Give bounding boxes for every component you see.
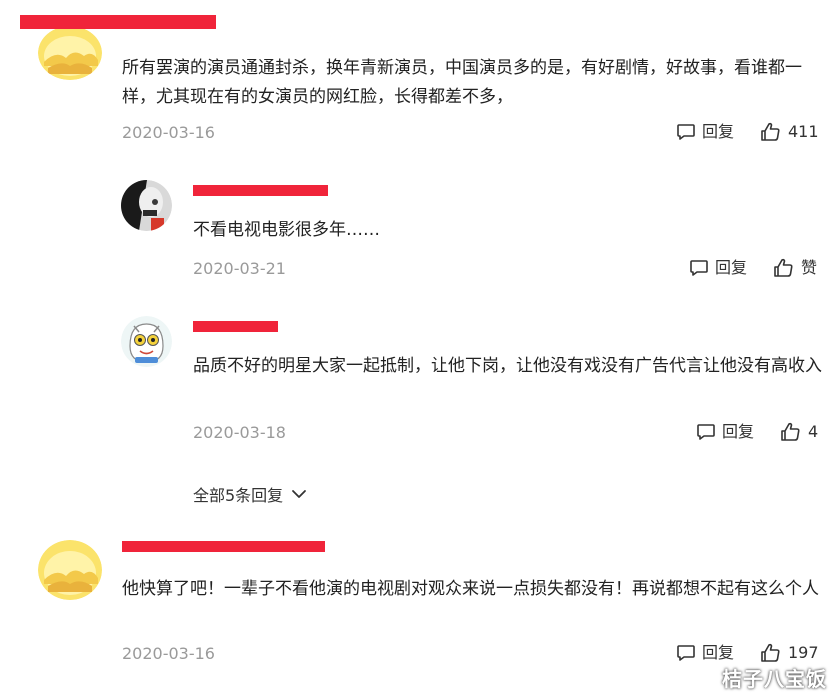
reply-label: 回复: [715, 258, 748, 277]
comment-date: 2020-03-16: [122, 644, 215, 663]
reply-button[interactable]: 回复: [689, 258, 747, 278]
like-button[interactable]: 4: [780, 422, 818, 442]
cartoon-avatar-icon: [121, 316, 172, 367]
like-button[interactable]: 197: [760, 643, 819, 663]
watermark: 桔子八宝饭: [722, 667, 827, 691]
like-count: 赞: [801, 258, 818, 277]
reply-label: 回复: [702, 643, 735, 662]
comment-date: 2020-03-21: [193, 259, 286, 278]
comment-text: 品质不好的明星大家一起抵制，让他下岗，让他没有戏没有广告代言让他没有高收入: [193, 356, 822, 376]
avatar[interactable]: [38, 26, 102, 80]
thumbs-up-icon: [774, 258, 793, 277]
like-count: 411: [788, 122, 819, 141]
comment-bubble-icon: [677, 645, 695, 661]
avatar[interactable]: [121, 180, 172, 231]
show-all-replies-button[interactable]: 全部5条回复: [193, 482, 307, 506]
redaction-bar: [20, 15, 216, 29]
like-button[interactable]: 赞: [773, 258, 817, 278]
comment-date: 2020-03-16: [122, 123, 215, 142]
comment-bubble-icon: [690, 260, 708, 276]
reply-button[interactable]: 回复: [696, 422, 754, 442]
redaction-bar: [122, 541, 325, 552]
default-avatar-icon: [38, 26, 102, 80]
thumbs-up-icon: [761, 643, 780, 662]
reply-label: 回复: [722, 422, 755, 441]
reply-label: 回复: [702, 122, 735, 141]
avatar[interactable]: [38, 540, 102, 600]
like-count: 4: [808, 422, 819, 441]
comment-bubble-icon: [697, 424, 715, 440]
thumbs-up-icon: [761, 122, 780, 141]
chevron-down-icon: [292, 490, 307, 498]
like-count: 197: [788, 643, 819, 662]
comment-date: 2020-03-18: [193, 423, 286, 442]
reply-button[interactable]: 回复: [676, 643, 734, 663]
avatar[interactable]: [121, 316, 172, 367]
comment-text: 他快算了吧！一辈子不看他演的电视剧对观众来说一点损失都没有！再说都想不起有这么个…: [122, 579, 819, 599]
user-photo-avatar: [121, 180, 172, 231]
comment-text: 不看电视电影很多年……: [193, 220, 380, 240]
default-avatar-icon: [38, 540, 102, 600]
redaction-bar: [193, 185, 328, 196]
reply-button[interactable]: 回复: [676, 122, 734, 142]
thumbs-up-icon: [781, 422, 800, 441]
like-button[interactable]: 411: [760, 122, 819, 142]
show-all-replies-label: 全部5条回复: [193, 486, 284, 505]
comment-text: 所有罢演的演员通通封杀，换年青新演员，中国演员多的是，有好剧情，好故事，看谁都一…: [122, 58, 802, 107]
redaction-bar: [193, 321, 278, 332]
comment-bubble-icon: [677, 124, 695, 140]
